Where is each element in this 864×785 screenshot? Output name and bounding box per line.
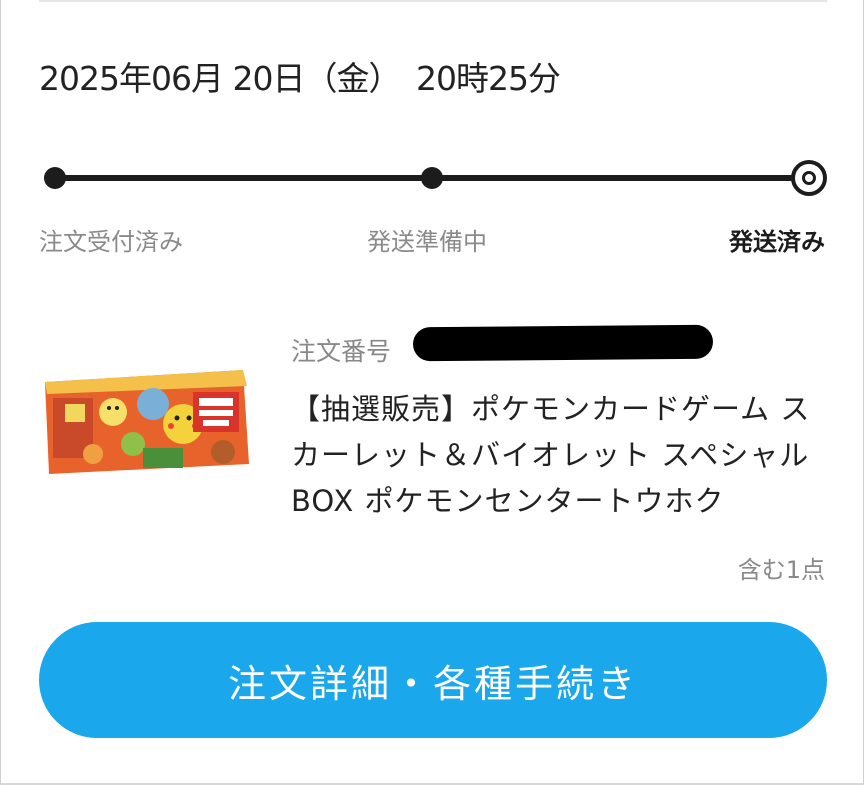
current-step-ring bbox=[802, 171, 816, 185]
order-number-label: 注文番号 bbox=[291, 337, 392, 366]
product-image[interactable] bbox=[43, 364, 251, 476]
order-details-button[interactable]: 注文詳細・各種手続き bbox=[39, 622, 827, 738]
step-dot-order-received bbox=[44, 167, 66, 189]
item-count: 含む1点 bbox=[737, 556, 825, 584]
divider bbox=[39, 0, 827, 2]
order-card: 2025年06月 20日（金） 20時25分 注文受付済み 発送準備中 発送済み bbox=[0, 0, 864, 785]
order-datetime: 2025年06月 20日（金） 20時25分 bbox=[39, 59, 561, 98]
shipping-progress-tracker bbox=[44, 140, 827, 216]
step-dot-preparing-shipment bbox=[421, 167, 443, 189]
step-current-shipped-icon bbox=[791, 160, 827, 196]
redacted-order-number bbox=[412, 324, 714, 362]
step-label-order-received: 注文受付済み bbox=[39, 228, 183, 256]
step-label-shipped: 発送済み bbox=[729, 228, 825, 256]
product-title[interactable]: 【抽選販売】ポケモンカードゲーム スカーレット＆バイオレット スペシャルBOX … bbox=[291, 386, 831, 524]
step-label-preparing-shipment: 発送準備中 bbox=[367, 228, 487, 256]
